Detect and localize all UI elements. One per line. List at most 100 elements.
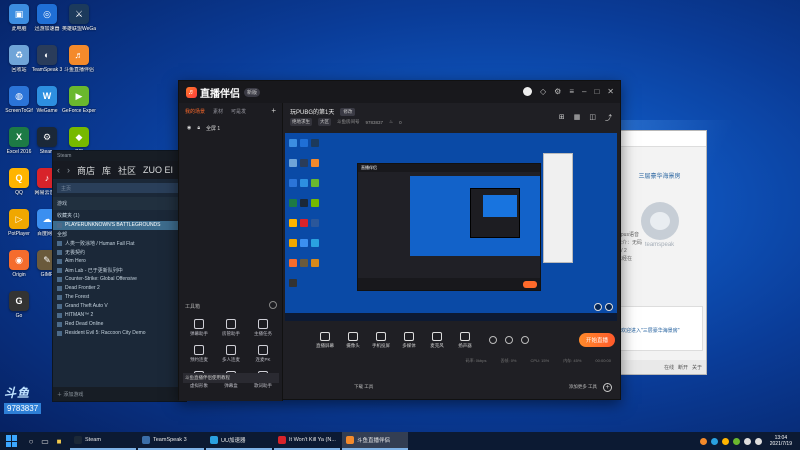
steam-all-header[interactable]: 全部	[53, 230, 186, 239]
close-icon[interactable]: ✕	[607, 87, 614, 96]
tools-more-icon[interactable]	[269, 301, 277, 309]
network-icon[interactable]	[743, 437, 751, 445]
ts-status-item[interactable]: 断开	[678, 364, 688, 371]
back-arrow-icon[interactable]: ‹	[57, 165, 60, 175]
scene-item[interactable]: ◉ 🔒︎ 全屏 1	[183, 122, 278, 135]
add-scene-icon[interactable]: +	[271, 107, 276, 115]
tool-button[interactable]: 预约连麦	[183, 345, 215, 363]
broadcast-titlebar[interactable]: ♬ 直播伴侣 新版 ◇ ⚙ ≡ – □ ✕	[179, 81, 620, 103]
desktop-icon[interactable]: ◎ 迅游加速器	[30, 4, 64, 32]
desktop-icon[interactable]: W WeGame	[30, 86, 64, 114]
taskbar-clock[interactable]: 13:04 2021/7/19	[766, 435, 796, 447]
volume-icon[interactable]	[754, 437, 762, 445]
steam-category-select[interactable]: 游戏 ▾	[53, 197, 186, 210]
desktop-icon[interactable]: ◐ TeamSpeak 3	[30, 45, 64, 73]
broadcast-window[interactable]: ♬ 直播伴侣 新版 ◇ ⚙ ≡ – □ ✕ 我的场景 素材 可是发 + ◉ 🔒︎…	[178, 80, 621, 401]
steam-game-item[interactable]: Resident Evil 5: Raccoon City Demo	[53, 329, 186, 338]
visibility-icon[interactable]	[505, 336, 513, 344]
steam-window[interactable]: Steam ‹ › 商店 库 社区 ZUO EI 主页 游戏 ▾ 收藏夹 (1)…	[52, 150, 187, 402]
skin-icon[interactable]: ◇	[540, 87, 546, 96]
tool-button[interactable]: 多人连麦	[215, 345, 247, 363]
steam-game-item[interactable]: HITMAN™ 2	[53, 311, 186, 320]
ts-status-item[interactable]: 关于	[692, 364, 702, 371]
steam-nav-store[interactable]: 商店	[77, 164, 95, 177]
speaker-button[interactable]: 扬声器	[451, 331, 479, 349]
taskbar-app[interactable]: TeamSpeak 3	[138, 432, 204, 450]
category-tag[interactable]: 大区	[318, 118, 331, 126]
version-badge[interactable]: 新版	[244, 87, 261, 97]
stream-title[interactable]: 玩PUBG的第1天	[290, 107, 334, 116]
steam-home-field[interactable]: 主页	[57, 183, 182, 193]
menu-icon[interactable]: ≡	[569, 87, 574, 96]
eye-icon[interactable]: ◉	[187, 125, 191, 132]
maximize-icon[interactable]: □	[594, 87, 599, 96]
desktop-icon[interactable]: ♬ 斗鱼直播伴侣	[62, 45, 96, 73]
taskbar-app[interactable]: 斗鱼直播伴侣	[342, 432, 408, 450]
download-tools-button[interactable]: 下载 工具	[354, 384, 373, 390]
tab-third[interactable]: 可是发	[231, 108, 246, 115]
settings-icon[interactable]: ⚙	[554, 87, 561, 96]
steam-game-item[interactable]: 人类一败涂地 / Human Fall Flat	[53, 239, 186, 248]
steam-nav-community[interactable]: 社区	[118, 164, 136, 177]
steam-game-item[interactable]: PLAYERUNKNOWN'S BATTLEGROUNDS	[53, 221, 186, 230]
add-tools-icon[interactable]: +	[603, 382, 612, 392]
go-live-button[interactable]: 开始直播	[578, 333, 615, 347]
camera-button[interactable]: 摄像头	[339, 331, 367, 349]
tray-app-icon[interactable]	[721, 437, 729, 445]
steam-nav-profile[interactable]: ZUO EI	[143, 165, 173, 175]
teamspeak-window[interactable]: 三层豪华海景房 Opus语音 未介：无码 1 / 2 已经在 teamspeak…	[612, 130, 707, 375]
mic-toggle-icon[interactable]	[594, 303, 602, 311]
tray-app-icon[interactable]	[732, 437, 740, 445]
steam-game-item[interactable]: 无畏契约	[53, 248, 186, 257]
settings-gear-icon[interactable]	[521, 336, 529, 344]
lock-icon[interactable]: 🔒︎	[197, 125, 200, 132]
steam-game-item[interactable]: Dead Frontier 2	[53, 284, 186, 293]
file-explorer-icon[interactable]: ■	[52, 434, 66, 448]
steam-titlebar[interactable]: Steam	[53, 151, 186, 161]
tool-button[interactable]: 连麦PK	[247, 345, 279, 363]
refresh-icon[interactable]	[605, 303, 613, 311]
taskbar-app[interactable]: Steam	[70, 432, 136, 450]
tray-app-icon[interactable]	[710, 437, 718, 445]
tutorial-notice[interactable]: 斗鱼直播伴侣使用教程	[183, 373, 279, 383]
record-icon[interactable]: ◫	[589, 113, 596, 123]
steam-game-item[interactable]: The Forest	[53, 293, 186, 302]
stream-preview[interactable]: 直播伴侣	[285, 133, 617, 321]
gift-icon[interactable]: ⊞	[559, 113, 565, 123]
steam-nav-library[interactable]: 库	[102, 164, 111, 177]
tool-button[interactable]: 主播任务	[247, 319, 279, 337]
screen-capture-button[interactable]: 直播屏幕	[311, 331, 339, 349]
forward-arrow-icon[interactable]: ›	[67, 165, 70, 175]
taskbar-app[interactable]: UU加速器	[206, 432, 272, 450]
layout-icon[interactable]: ▦	[574, 113, 581, 123]
tab-materials[interactable]: 素材	[213, 108, 223, 115]
microphone-button[interactable]: 麦克风	[423, 331, 451, 349]
tool-button[interactable]: 弹幕助手	[183, 319, 215, 337]
steam-favorites-header[interactable]: 收藏夹 (1)	[53, 210, 186, 221]
steam-game-item[interactable]: Grand Theft Auto V	[53, 302, 186, 311]
steam-game-item[interactable]: Aim Hero	[53, 257, 186, 266]
steam-game-item[interactable]: Counter-Strike: Global Offensive	[53, 275, 186, 284]
steam-add-game-button[interactable]: ＋ 添加游戏	[53, 387, 186, 401]
media-button[interactable]: 多媒体	[395, 331, 423, 349]
share-icon[interactable]: ⤴	[605, 113, 612, 123]
steam-game-item[interactable]: Red Dead Online	[53, 320, 186, 329]
minimize-icon[interactable]: –	[582, 87, 586, 96]
tab-my-scenes[interactable]: 我的场景	[185, 108, 205, 115]
steam-game-item[interactable]: Aim Lab - 已于更新队列中	[53, 266, 186, 275]
desktop-icon[interactable]: ▶ GeForce Experience	[62, 86, 96, 114]
phone-cast-button[interactable]: 手机投屏	[367, 331, 395, 349]
category-chip[interactable]: 绝地求生	[290, 118, 312, 126]
avatar[interactable]	[523, 87, 532, 96]
tool-button[interactable]: 房管助手	[215, 319, 247, 337]
modify-title-button[interactable]: 修改	[340, 107, 356, 116]
search-icon[interactable]: ○	[24, 434, 38, 448]
taskbar-app[interactable]: It Won't Kill Ya (N...	[274, 432, 340, 450]
teamspeak-chat-log[interactable]: 欢迎进入"三层豪华海景房"	[617, 306, 703, 351]
tray-app-icon[interactable]	[699, 437, 707, 445]
desktop-icon[interactable]: ⚔ 英雄联盟WeGame版	[62, 4, 96, 32]
task-view-icon[interactable]: ▭	[38, 434, 52, 448]
desktop-icon[interactable]: G Go	[2, 291, 36, 319]
record-toggle-icon[interactable]	[489, 336, 497, 344]
windows-start-icon[interactable]	[6, 435, 18, 447]
